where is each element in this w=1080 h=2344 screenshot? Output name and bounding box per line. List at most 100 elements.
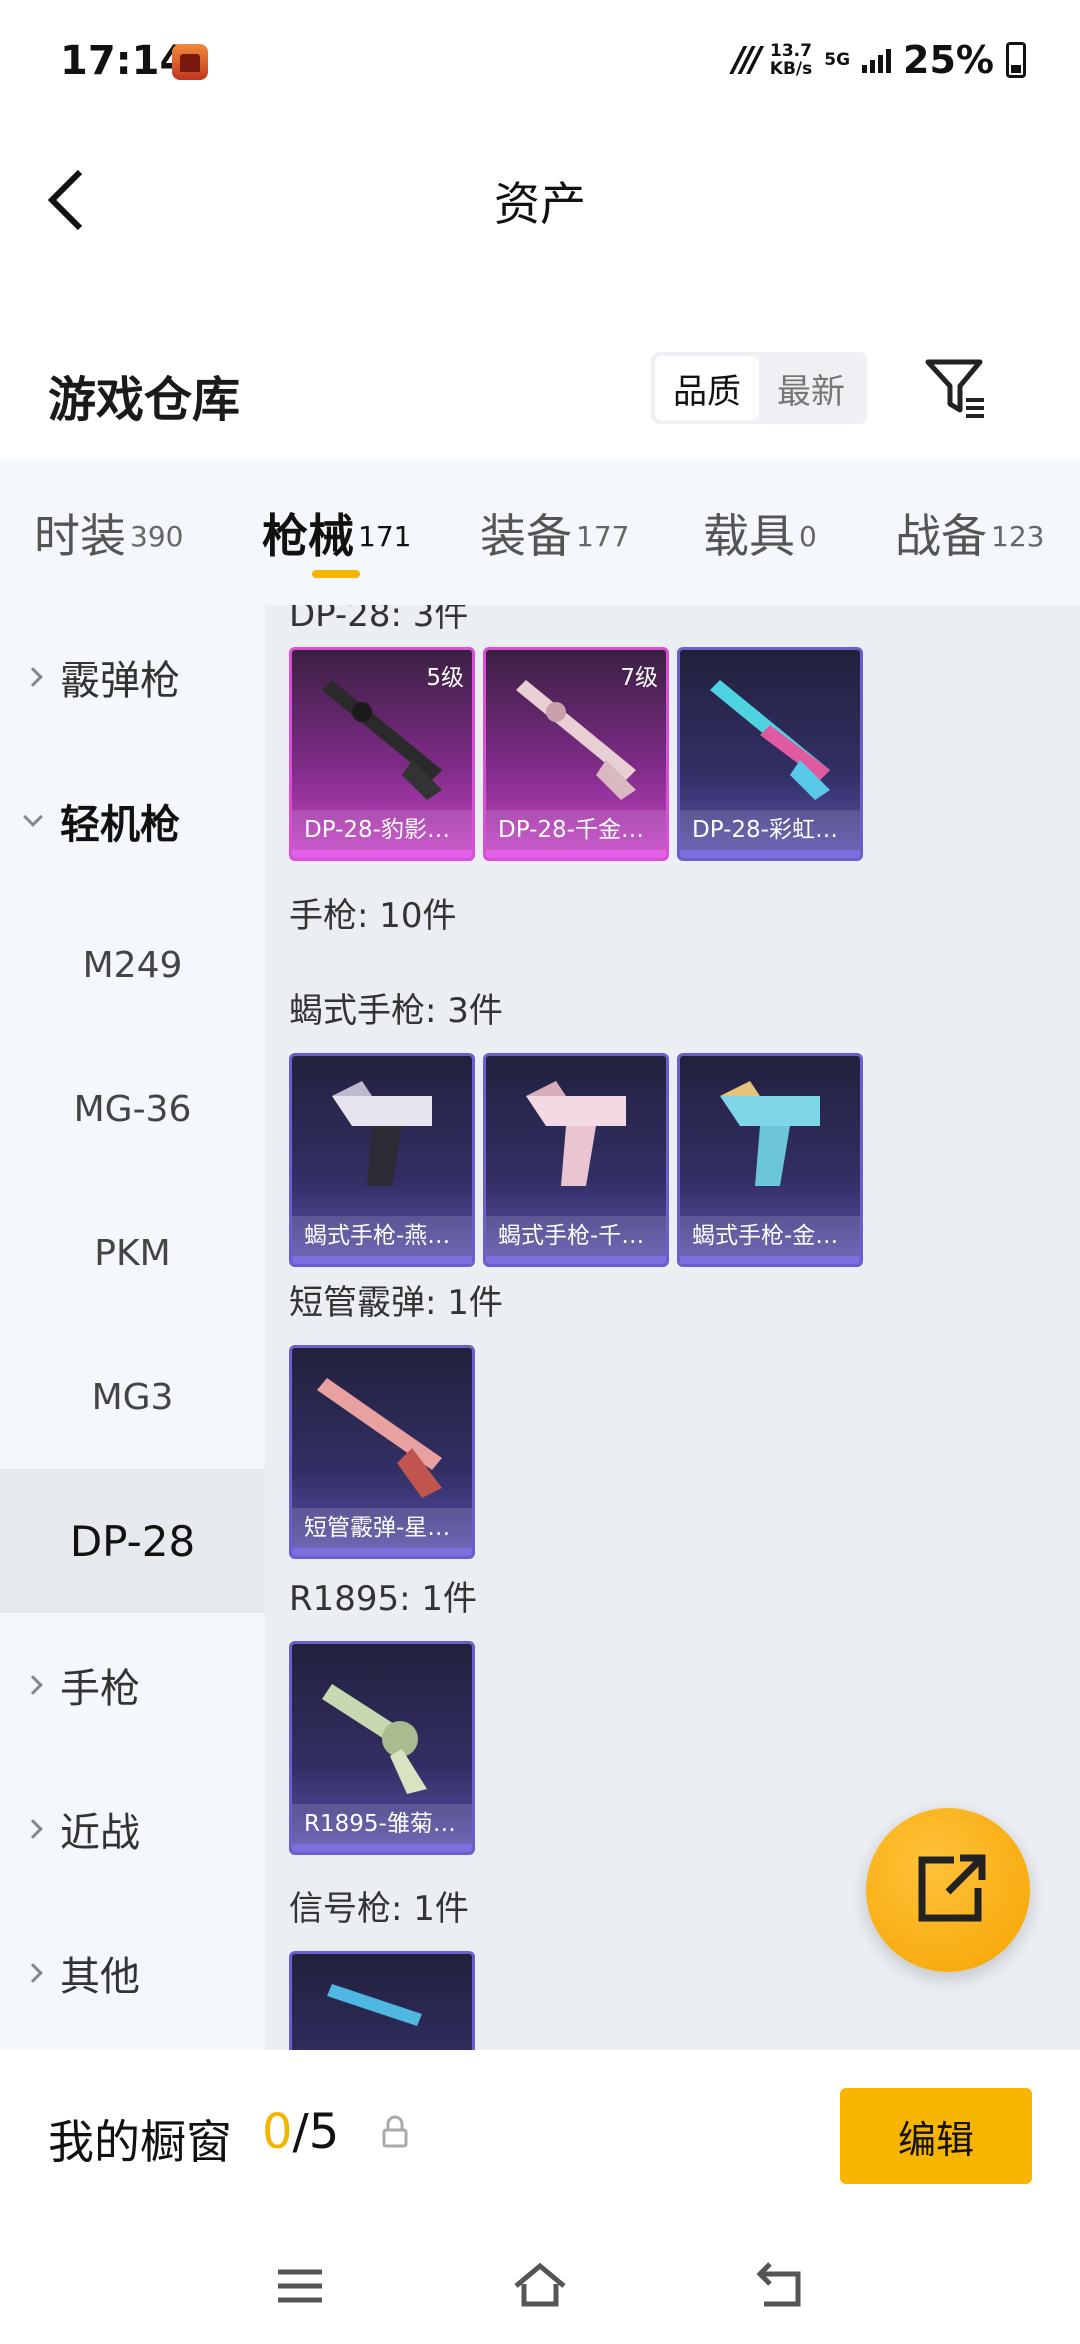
group-title: 手枪: 10件 bbox=[289, 896, 457, 936]
group-title: DP-28: 3件 bbox=[289, 605, 469, 635]
warehouse-title: 游戏仓库 bbox=[48, 372, 241, 428]
sidebar-item-label: 霰弹枪 bbox=[60, 658, 180, 704]
group-title: 短管霰弹: 1件 bbox=[289, 1283, 503, 1323]
group-title: 信号枪: 1件 bbox=[289, 1889, 469, 1929]
quality-bar bbox=[292, 1256, 472, 1264]
tab-count: 177 bbox=[576, 519, 630, 553]
back-nav-button[interactable] bbox=[750, 2256, 810, 2316]
share-icon bbox=[918, 1854, 986, 1922]
share-button[interactable] bbox=[866, 1808, 1030, 1972]
network-speed-value: 13.7 bbox=[770, 41, 812, 61]
item-card[interactable]: 蝎式手枪-千… bbox=[483, 1053, 669, 1267]
edit-button[interactable]: 编辑 bbox=[840, 2088, 1032, 2184]
item-card[interactable]: 7级 DP-28-千金… bbox=[483, 647, 669, 861]
sidebar-item-other[interactable]: 其他 bbox=[0, 1901, 265, 2045]
item-card[interactable]: R1895-雏菊… bbox=[289, 1641, 475, 1855]
system-nav-bar bbox=[0, 2226, 1080, 2344]
sort-option-quality[interactable]: 品质 bbox=[655, 356, 759, 420]
dp28-skin-image bbox=[710, 680, 830, 800]
sidebar-item-shotgun[interactable]: 霰弹枪 bbox=[0, 605, 265, 749]
sidebar-item-label: 手枪 bbox=[60, 1666, 140, 1712]
showcase-title: 我的橱窗 bbox=[48, 2115, 232, 2169]
network-activity-icon: /// bbox=[732, 40, 762, 80]
sidebar-item-label: M249 bbox=[82, 944, 183, 986]
status-time: 17:14 bbox=[60, 38, 188, 84]
category-sidebar: 霰弹枪 轻机枪 M249 MG-36 PKM MG3 DP-28 手枪 近战 其… bbox=[0, 605, 265, 2050]
lock-icon bbox=[382, 2115, 408, 2148]
sidebar-item-mg3[interactable]: MG3 bbox=[0, 1325, 265, 1469]
item-name: DP-28-彩虹… bbox=[680, 810, 860, 850]
sort-option-newest[interactable]: 最新 bbox=[759, 356, 863, 420]
flare-gun-image bbox=[327, 1984, 422, 2026]
item-name: 短管霰弹-星… bbox=[292, 1508, 472, 1548]
tab-label: 装备 bbox=[480, 509, 572, 563]
status-indicators: /// 13.7 KB/s 5G 25% bbox=[732, 38, 1026, 82]
item-card[interactable]: DP-28-彩虹… bbox=[677, 647, 863, 861]
menu-button[interactable] bbox=[270, 2256, 330, 2316]
item-card[interactable]: 短管霰弹-星… bbox=[289, 1345, 475, 1559]
showcase-separator: / bbox=[292, 2104, 309, 2160]
chevron-right-icon bbox=[23, 1819, 43, 1839]
sidebar-item-dp28[interactable]: DP-28 bbox=[0, 1469, 265, 1613]
quality-bar bbox=[292, 850, 472, 858]
menu-icon bbox=[278, 2269, 322, 2303]
status-bar: 17:14 /// 13.7 KB/s 5G 25% bbox=[0, 0, 1080, 120]
tab-vehicles[interactable]: 载具 0 bbox=[703, 500, 817, 566]
sidebar-item-mg36[interactable]: MG-36 bbox=[0, 1037, 265, 1181]
item-name: DP-28-豹影… bbox=[292, 810, 472, 850]
item-name: 蝎式手枪-金… bbox=[680, 1216, 860, 1256]
quality-bar bbox=[486, 1256, 666, 1264]
chevron-right-icon bbox=[23, 1675, 43, 1695]
sidebar-item-melee[interactable]: 近战 bbox=[0, 1757, 265, 1901]
tab-label: 枪械 bbox=[262, 509, 354, 563]
network-speed-unit: KB/s bbox=[769, 59, 813, 79]
showcase-max: 5 bbox=[308, 2104, 340, 2160]
sidebar-item-lmg[interactable]: 轻机枪 bbox=[0, 749, 265, 893]
scorpion-pistol-image bbox=[332, 1081, 432, 1186]
home-icon bbox=[514, 2262, 566, 2307]
item-name: DP-28-千金… bbox=[486, 810, 666, 850]
filter-button[interactable] bbox=[920, 352, 992, 424]
tab-label: 战备 bbox=[895, 509, 987, 563]
sidebar-item-label: MG-36 bbox=[73, 1088, 192, 1130]
item-name: R1895-雏菊… bbox=[292, 1804, 472, 1844]
showcase-bar: 我的橱窗 0/5 编辑 bbox=[0, 2050, 1080, 2226]
tab-fashion[interactable]: 时装 390 bbox=[34, 500, 183, 566]
signal-icon bbox=[862, 47, 892, 73]
item-card[interactable]: 蝎式手枪-金… bbox=[677, 1053, 863, 1267]
item-name: 蝎式手枪-千… bbox=[486, 1216, 666, 1256]
sidebar-item-label: 其他 bbox=[60, 1954, 140, 2000]
sidebar-item-m249[interactable]: M249 bbox=[0, 893, 265, 1037]
filter-icon bbox=[925, 359, 984, 418]
tab-equipment[interactable]: 装备 177 bbox=[480, 500, 629, 566]
category-tabs: 时装 390 枪械 171 装备 177 载具 0 战备 123 bbox=[0, 460, 1080, 605]
item-card[interactable] bbox=[289, 1951, 475, 2050]
tab-count: 123 bbox=[991, 519, 1045, 553]
item-card[interactable]: 蝎式手枪-燕… bbox=[289, 1053, 475, 1267]
battery-icon bbox=[1006, 42, 1026, 78]
active-tab-indicator bbox=[312, 570, 360, 578]
scorpion-pistol-image bbox=[720, 1081, 820, 1186]
item-card[interactable]: 5级 DP-28-豹影… bbox=[289, 647, 475, 861]
sidebar-item-label: PKM bbox=[94, 1232, 171, 1274]
tab-count: 390 bbox=[130, 519, 184, 553]
item-level: 7级 bbox=[620, 665, 658, 691]
sidebar-item-label: DP-28 bbox=[69, 1516, 196, 1566]
quality-bar bbox=[680, 1256, 860, 1264]
quality-bar bbox=[292, 1548, 472, 1556]
home-button[interactable] bbox=[510, 2256, 570, 2316]
sidebar-item-label: 轻机枪 bbox=[60, 802, 180, 848]
tab-guns[interactable]: 枪械 171 bbox=[262, 500, 411, 566]
tab-supplies[interactable]: 战备 123 bbox=[895, 500, 1044, 566]
item-level: 5级 bbox=[426, 665, 464, 691]
sidebar-item-pistol[interactable]: 手枪 bbox=[0, 1613, 265, 1757]
sort-toggle: 品质 最新 bbox=[651, 352, 867, 424]
sidebar-item-pkm[interactable]: PKM bbox=[0, 1181, 265, 1325]
showcase-count: 0/5 bbox=[262, 2104, 339, 2160]
game-app-icon bbox=[172, 44, 208, 80]
sidebar-item-label: 近战 bbox=[60, 1810, 140, 1856]
battery-percent: 25% bbox=[903, 38, 994, 82]
network-speed: 13.7 KB/s bbox=[770, 42, 812, 78]
tab-count: 0 bbox=[799, 519, 817, 553]
return-icon bbox=[756, 2262, 801, 2307]
